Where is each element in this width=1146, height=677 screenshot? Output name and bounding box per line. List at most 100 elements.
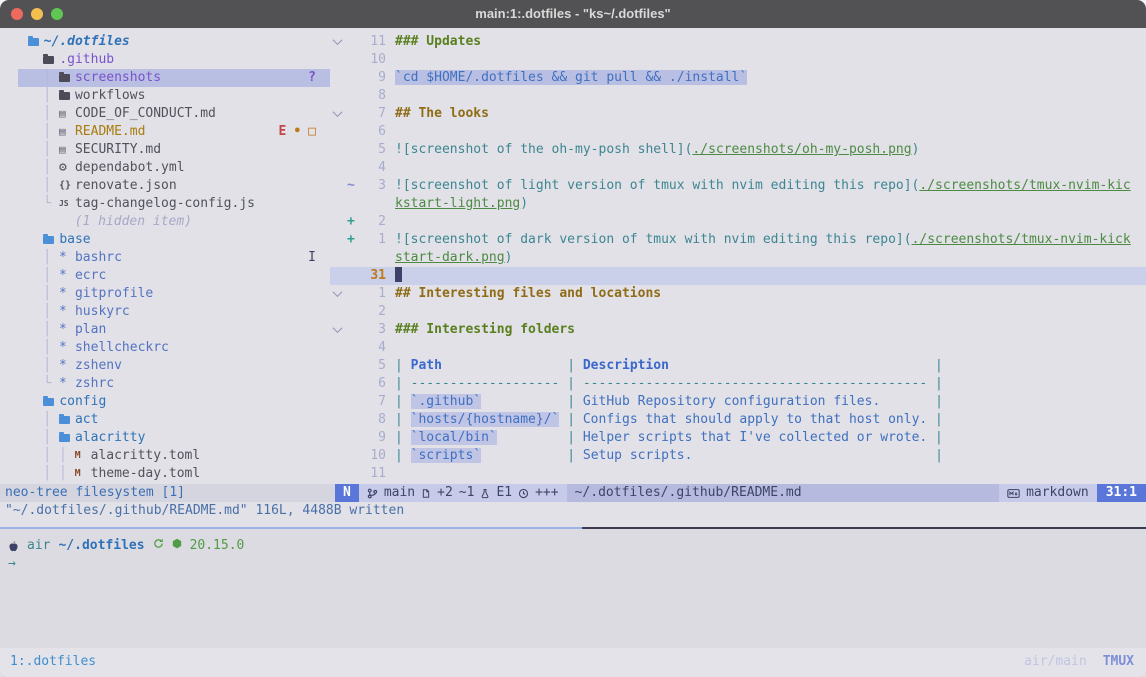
line-number: 4	[359, 159, 386, 177]
tree-item-screenshots[interactable]: │ screenshots?	[0, 69, 330, 87]
line-number: 3	[359, 177, 386, 195]
shell-pane[interactable]: air ~/.dotfiles 20.15.0 →	[0, 529, 1146, 648]
tree-guide: │	[12, 177, 59, 195]
tree-item-act[interactable]: │ act	[0, 411, 330, 429]
text-segment: )	[520, 196, 528, 211]
tree-item-label: workflows	[75, 87, 145, 105]
editor-line[interactable]: 10| `scripts` | Setup scripts. |	[330, 447, 1146, 465]
clock-icon	[518, 488, 529, 499]
status-row: neo-tree filesystem [1] N main +2 ~1 E1 …	[0, 484, 1146, 502]
editor-pane[interactable]: 11### Updates109`cd $HOME/.dotfiles && g…	[330, 28, 1146, 484]
fold-chevron-icon	[333, 35, 343, 45]
tree-item-theme-day-toml[interactable]: │ │ Mtheme-day.toml	[0, 465, 330, 483]
neotree-panel: ~/.dotfiles .github │ screenshots? │ wor…	[0, 28, 330, 484]
tree-guide: │	[12, 303, 59, 321]
editor-line[interactable]: 11	[330, 465, 1146, 483]
editor-line[interactable]: 10	[330, 51, 1146, 69]
git-branch: main	[384, 484, 415, 502]
editor-line[interactable]: 6	[330, 123, 1146, 141]
editor-line[interactable]: 1## Interesting files and locations	[330, 285, 1146, 303]
tree-item--dotfiles[interactable]: ~/.dotfiles	[0, 33, 330, 51]
tree-item-base[interactable]: base	[0, 231, 330, 249]
editor-line[interactable]: 5| Path | Description |	[330, 357, 1146, 375]
text-segment: kstart-light.png	[395, 196, 520, 211]
editor-line[interactable]: 9| `local/bin` | Helper scripts that I'v…	[330, 429, 1146, 447]
tree-item-renovate-json[interactable]: │ {}renovate.json	[0, 177, 330, 195]
editor-line[interactable]: kstart-light.png)	[330, 195, 1146, 213]
text-segment: ## Interesting files and locations	[395, 286, 661, 301]
tree-item-bashrc[interactable]: │ *bashrcI	[0, 249, 330, 267]
folder-blue-icon	[28, 38, 44, 46]
text-segment: |	[927, 394, 943, 409]
tmux-window-tab[interactable]: 1:.dotfiles	[10, 653, 96, 671]
tree-item-readme-md[interactable]: │ ▤README.mdE•□	[0, 123, 330, 141]
tree-item-label: config	[59, 393, 106, 411]
text-segment: Description	[583, 358, 669, 373]
editor-line[interactable]: +2	[330, 213, 1146, 231]
editor-line[interactable]: 4	[330, 159, 1146, 177]
statusline-filetype: markdown	[999, 484, 1097, 502]
tree-guide: │	[12, 411, 59, 429]
tree-item--github[interactable]: .github	[0, 51, 330, 69]
tree-item-label: README.md	[75, 123, 145, 141]
folder-dark-icon	[59, 92, 75, 100]
editor-line[interactable]: 9`cd $HOME/.dotfiles && git pull && ./in…	[330, 69, 1146, 87]
tree-guide	[12, 33, 28, 51]
tmux-session-name: air/main	[1024, 653, 1087, 671]
text-segment: Path	[411, 358, 442, 373]
tree-item-gitprofile[interactable]: │ *gitprofile	[0, 285, 330, 303]
editor-line[interactable]: 2	[330, 303, 1146, 321]
tree-item-label: screenshots	[75, 69, 161, 87]
line-text: | Path | Description |	[386, 357, 943, 375]
tree-guide: │	[12, 339, 59, 357]
tree-item-alacritty-toml[interactable]: │ │ Malacritty.toml	[0, 447, 330, 465]
tree-item-shellcheckrc[interactable]: │ *shellcheckrc	[0, 339, 330, 357]
text-segment	[481, 394, 559, 409]
tree-item-label: .github	[59, 51, 114, 69]
editor-line[interactable]: 4	[330, 339, 1146, 357]
pane-border-inactive	[582, 527, 1146, 529]
line-number: 3	[359, 321, 386, 339]
tmux-pane-border[interactable]	[0, 527, 1146, 529]
editor-line[interactable]: 6| ------------------- | ---------------…	[330, 375, 1146, 393]
editor-line[interactable]: +1![screenshot of dark version of tmux w…	[330, 231, 1146, 249]
tree-item-plan[interactable]: │ *plan	[0, 321, 330, 339]
editor-line[interactable]: ~3![screenshot of light version of tmux …	[330, 177, 1146, 195]
tree-item-workflows[interactable]: │ workflows	[0, 87, 330, 105]
tree-item-alacritty[interactable]: │ alacritty	[0, 429, 330, 447]
tree-item-zshenv[interactable]: │ *zshenv	[0, 357, 330, 375]
editor-line[interactable]: 7| `.github` | GitHub Repository configu…	[330, 393, 1146, 411]
editor-line[interactable]: 11### Updates	[330, 33, 1146, 51]
line-number: 5	[359, 357, 386, 375]
tree-item-zshrc[interactable]: └ *zshrc	[0, 375, 330, 393]
line-text: | `.github` | GitHub Repository configur…	[386, 393, 943, 411]
editor-line[interactable]: 8| `hosts/{hostname}/` | Configs that sh…	[330, 411, 1146, 429]
tree-item-code-of-conduct-md[interactable]: │ ▤CODE_OF_CONDUCT.md	[0, 105, 330, 123]
line-text: start-dark.png)	[386, 249, 512, 267]
editor-line[interactable]: start-dark.png)	[330, 249, 1146, 267]
tree-item-tag-changelog-config-js[interactable]: └ JStag-changelog-config.js	[0, 195, 330, 213]
tree-item-ecrc[interactable]: │ *ecrc	[0, 267, 330, 285]
editor-line[interactable]: 5![screenshot of the oh-my-posh shell](.…	[330, 141, 1146, 159]
tree-item-config[interactable]: config	[0, 393, 330, 411]
diff-changed: ~1	[459, 484, 475, 502]
tree-item-label: renovate.json	[75, 177, 177, 195]
neotree-statusline: neo-tree filesystem [1]	[0, 484, 335, 502]
git-sync-icon	[153, 537, 164, 555]
tree-item-huskyrc[interactable]: │ *huskyrc	[0, 303, 330, 321]
fold-column	[334, 285, 347, 303]
editor-line[interactable]: 8	[330, 87, 1146, 105]
diagnostics-count: E1	[496, 484, 512, 502]
tree-item--1-hidden-item-[interactable]: (1 hidden item)	[0, 213, 330, 231]
tree-item-security-md[interactable]: │ ▤SECURITY.md	[0, 141, 330, 159]
tree-item-dependabot-yml[interactable]: │ ⚙dependabot.yml	[0, 159, 330, 177]
tree-guide	[12, 51, 43, 69]
editor-line[interactable]: 3### Interesting folders	[330, 321, 1146, 339]
text-segment: ./screenshots/oh-my-posh.png	[692, 142, 911, 157]
text-segment: ./screenshots/tmux-nvim-kick	[912, 232, 1131, 247]
editor-line[interactable]: 31	[330, 267, 1146, 285]
star-icon: *	[59, 303, 75, 321]
line-text: | ------------------- | ----------------…	[386, 375, 943, 393]
editor-line[interactable]: 7## The looks	[330, 105, 1146, 123]
tree-item-label: CODE_OF_CONDUCT.md	[75, 105, 216, 123]
